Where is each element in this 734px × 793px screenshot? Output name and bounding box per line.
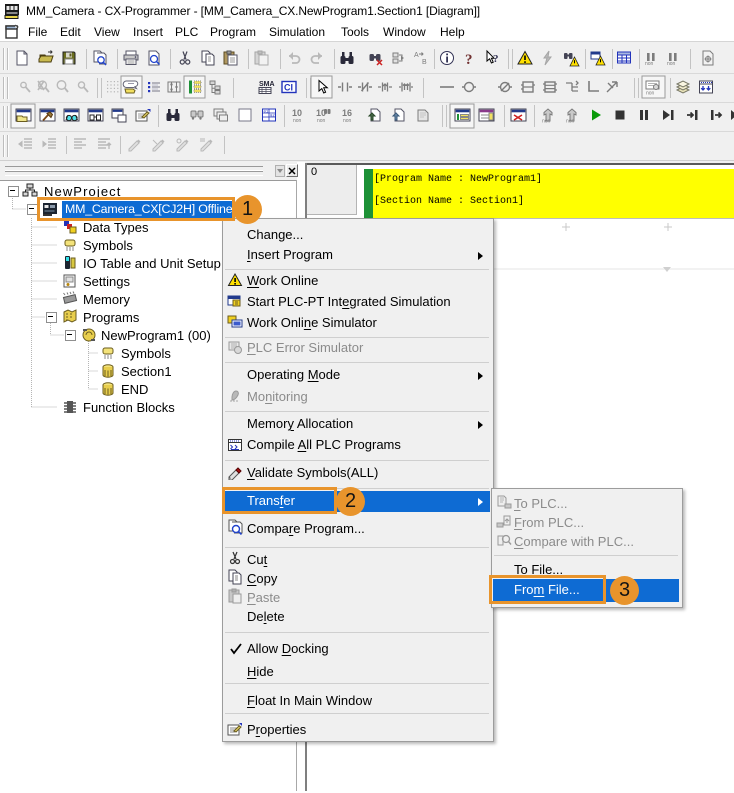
svg-text:non: non <box>645 61 654 67</box>
svg-text:non: non <box>667 61 676 67</box>
svg-text:?: ? <box>493 53 499 65</box>
svg-text:16: 16 <box>342 108 352 118</box>
svg-text:non: non <box>343 118 352 124</box>
svg-text:non: non <box>317 118 326 124</box>
svg-text:A: A <box>414 52 419 59</box>
svg-text:CI: CI <box>284 83 293 93</box>
svg-text:01: 01 <box>264 110 269 114</box>
svg-text:non: non <box>293 118 302 124</box>
svg-text:SMA: SMA <box>259 81 275 88</box>
svg-text:?: ? <box>465 52 473 68</box>
svg-text:10: 10 <box>292 108 302 118</box>
svg-text:non: non <box>542 119 551 125</box>
svg-text:non: non <box>566 119 575 125</box>
svg-text:B: B <box>422 59 427 66</box>
svg-text:02: 02 <box>270 114 275 118</box>
svg-text:non: non <box>646 91 655 97</box>
